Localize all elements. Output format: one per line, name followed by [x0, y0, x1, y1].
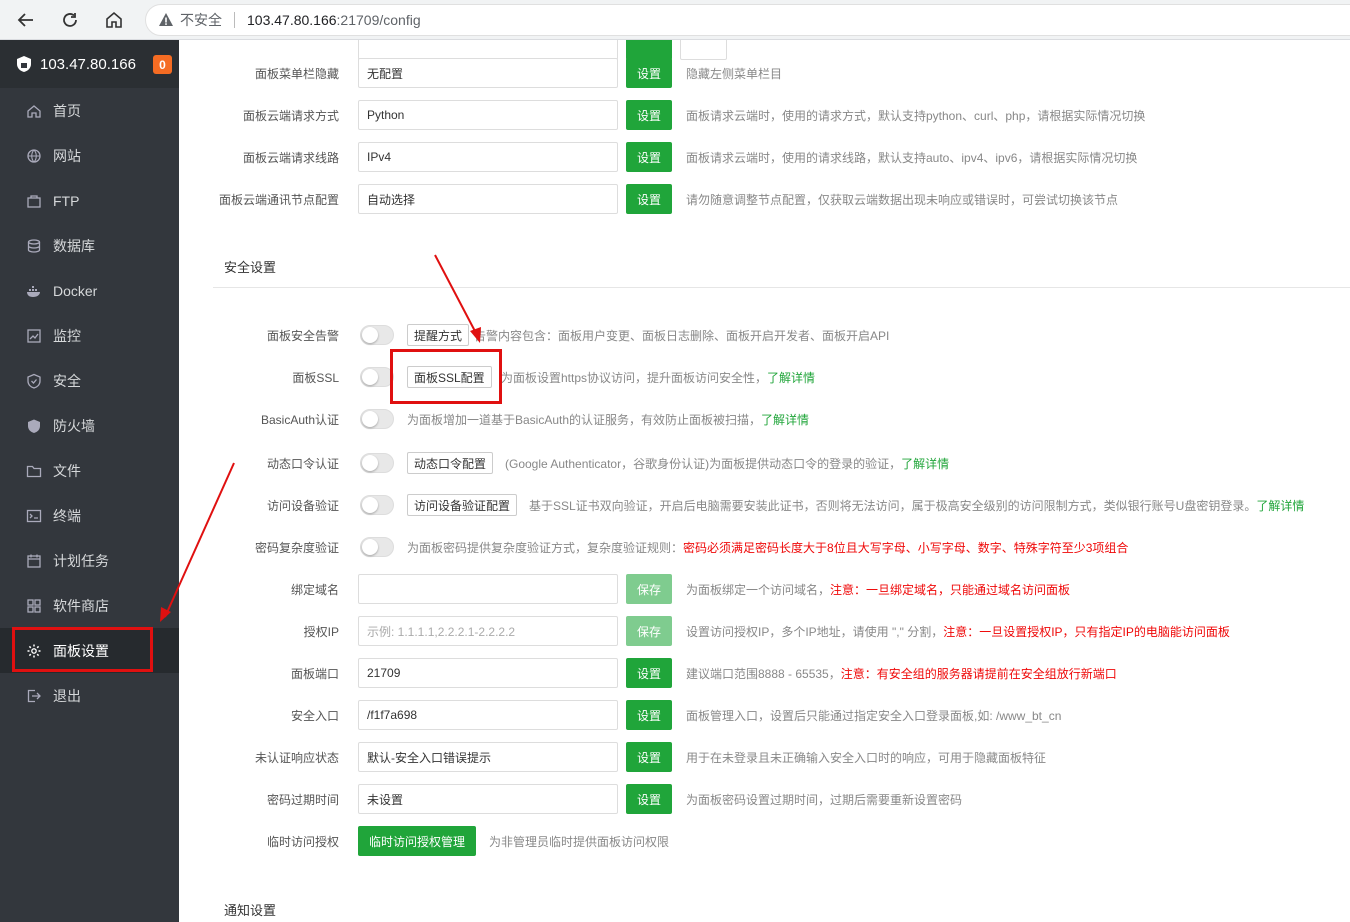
annotation-arrow-ssl-head: [470, 327, 481, 343]
annotation-arrow-ssl: [434, 254, 478, 336]
annotation-arrow-sidebar: [164, 462, 235, 618]
annotation-arrows: [160, 254, 481, 622]
